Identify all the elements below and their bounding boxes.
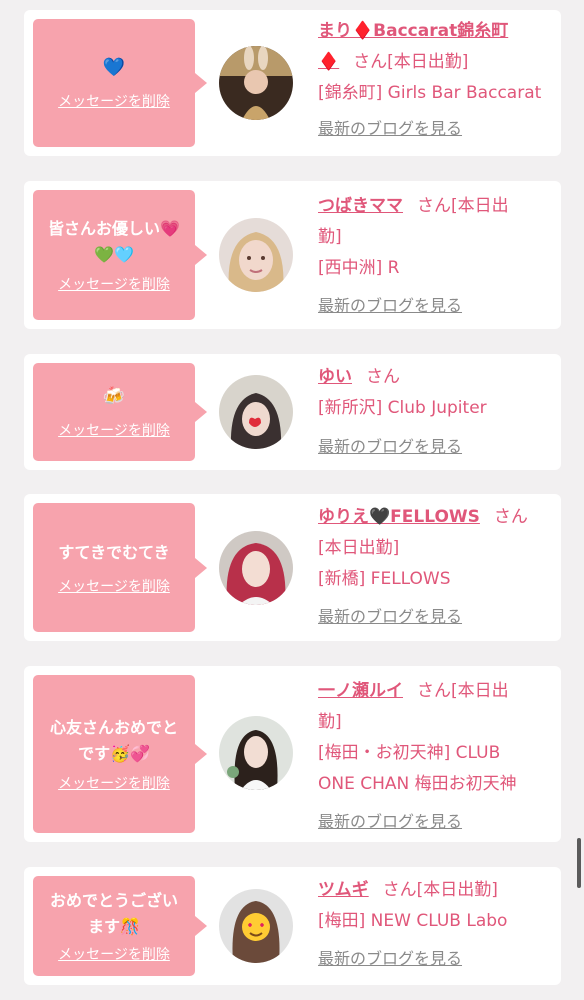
honorific: さん	[493, 507, 528, 527]
message-bubble: 皆さんお優しい💗 💚🩵 メッセージを削除	[33, 190, 207, 320]
message-text: すてきでむてき	[58, 542, 170, 562]
message-text: 💙	[102, 57, 126, 78]
delete-message-link[interactable]: メッセージを削除	[58, 420, 170, 440]
latest-blog-link[interactable]: 最新のブログを見る	[318, 113, 462, 144]
host-name-link[interactable]: ゆい	[318, 367, 352, 387]
host-info: 一ノ瀬ルイ さん[本日出 勤] [梅田・お初天神] CLUB ONE CHAN 梅…	[318, 676, 556, 838]
message-text-line2: ます🎊	[88, 917, 140, 936]
honorific: さん	[417, 681, 451, 701]
attendance-status: [本日出勤]	[387, 52, 469, 72]
host-name-link[interactable]: まり♦️Baccarat錦糸町	[318, 21, 508, 41]
message-card: 皆さんお優しい💗 💚🩵 メッセージを削除 つばきママ さん[本日出 勤] [西中洲…	[24, 181, 561, 329]
delete-message-link[interactable]: メッセージを削除	[58, 91, 170, 111]
delete-message-link[interactable]: メッセージを削除	[58, 773, 170, 793]
avatar[interactable]	[219, 889, 293, 963]
message-bubble: すてきでむてき メッセージを削除	[33, 503, 207, 632]
attendance-status: [本日出勤]	[416, 880, 498, 900]
shop-name: [梅田・お初天神] CLUB	[318, 743, 501, 763]
host-name-link[interactable]: 一ノ瀬ルイ	[318, 681, 403, 701]
host-info: ゆりえ🖤FELLOWS さん [本日出勤] [新橋] FELLOWS 最新のブログ…	[318, 502, 556, 633]
host-name-link[interactable]: ゆりえ🖤FELLOWS	[318, 507, 480, 527]
latest-blog-link[interactable]: 最新のブログを見る	[318, 943, 462, 974]
attendance-status-continued: 勤]	[318, 227, 342, 247]
host-info: まり♦️Baccarat錦糸町 ♦️ さん[本日出勤] [錦糸町] Girls B…	[318, 16, 556, 145]
shop-name: [錦糸町] Girls Bar Baccarat	[318, 83, 542, 103]
message-text: 🍻	[102, 386, 126, 407]
delete-message-link[interactable]: メッセージを削除	[58, 274, 170, 294]
message-card: すてきでむてき メッセージを削除 ゆりえ🖤FELLOWS さん [本日出勤] [新…	[24, 494, 561, 641]
message-bubble: 心友さんおめでと です🥳💞 メッセージを削除	[33, 675, 207, 833]
honorific: さん	[382, 880, 417, 900]
avatar[interactable]	[219, 531, 293, 605]
shop-name: [新所沢] Club Jupiter	[318, 398, 487, 418]
message-card: 心友さんおめでと です🥳💞 メッセージを削除 一ノ瀬ルイ さん[本日出 勤] [梅…	[24, 666, 561, 842]
avatar[interactable]	[219, 375, 293, 449]
shop-name: [西中洲] R	[318, 258, 400, 278]
shop-name-continued: ONE CHAN 梅田お初天神	[318, 774, 517, 794]
latest-blog-link[interactable]: 最新のブログを見る	[318, 290, 462, 321]
host-info: ゆい さん [新所沢] Club Jupiter 最新のブログを見る	[318, 362, 556, 463]
shop-name: [新橋] FELLOWS	[318, 569, 451, 589]
attendance-status: [本日出	[451, 196, 509, 216]
message-text-line2: です🥳💞	[78, 744, 150, 763]
delete-message-link[interactable]: メッセージを削除	[58, 576, 170, 596]
avatar[interactable]	[219, 218, 293, 292]
host-info: ツムギ さん[本日出勤] [梅田] NEW CLUB Labo 最新のブログを見る	[318, 875, 556, 975]
latest-blog-link[interactable]: 最新のブログを見る	[318, 806, 462, 837]
message-card: 💙 メッセージを削除 まり♦️Baccarat錦糸町 ♦️ さん[本日出勤] [錦…	[24, 10, 561, 156]
message-bubble: 💙 メッセージを削除	[33, 19, 207, 147]
message-text: 心友さんおめでと	[49, 718, 178, 737]
attendance-status: [本日出	[451, 681, 509, 701]
attendance-status: [本日出勤]	[318, 538, 400, 558]
message-card: おめでとうござい ます🎊 メッセージを削除 ツムギ さん[本日出勤] [梅田] N…	[24, 867, 561, 985]
message-bubble: おめでとうござい ます🎊 メッセージを削除	[33, 876, 207, 976]
shop-name: [梅田] NEW CLUB Labo	[318, 911, 508, 931]
host-name-link[interactable]: つばきママ	[318, 196, 403, 216]
host-name-link[interactable]: ツムギ	[318, 880, 369, 900]
latest-blog-link[interactable]: 最新のブログを見る	[318, 601, 462, 632]
honorific: さん	[366, 367, 400, 387]
attendance-status-continued: 勤]	[318, 712, 342, 732]
message-bubble: 🍻 メッセージを削除	[33, 363, 207, 461]
avatar[interactable]	[219, 716, 293, 790]
latest-blog-link[interactable]: 最新のブログを見る	[318, 431, 462, 462]
delete-message-link[interactable]: メッセージを削除	[58, 944, 170, 964]
message-text-line2: 💚🩵	[94, 245, 134, 264]
honorific: さん	[353, 52, 388, 72]
scrollbar-thumb[interactable]	[577, 838, 581, 888]
message-card: 🍻 メッセージを削除 ゆい さん [新所沢] Club Jupiter 最新のブロ…	[24, 354, 561, 470]
message-text: 皆さんお優しい💗	[48, 219, 180, 238]
host-info: つばきママ さん[本日出 勤] [西中洲] R 最新のブログを見る	[318, 191, 556, 322]
host-name-link-continued[interactable]: ♦️	[318, 52, 339, 72]
honorific: さん	[417, 196, 451, 216]
avatar[interactable]	[219, 46, 293, 120]
message-text: おめでとうござい	[49, 891, 178, 910]
